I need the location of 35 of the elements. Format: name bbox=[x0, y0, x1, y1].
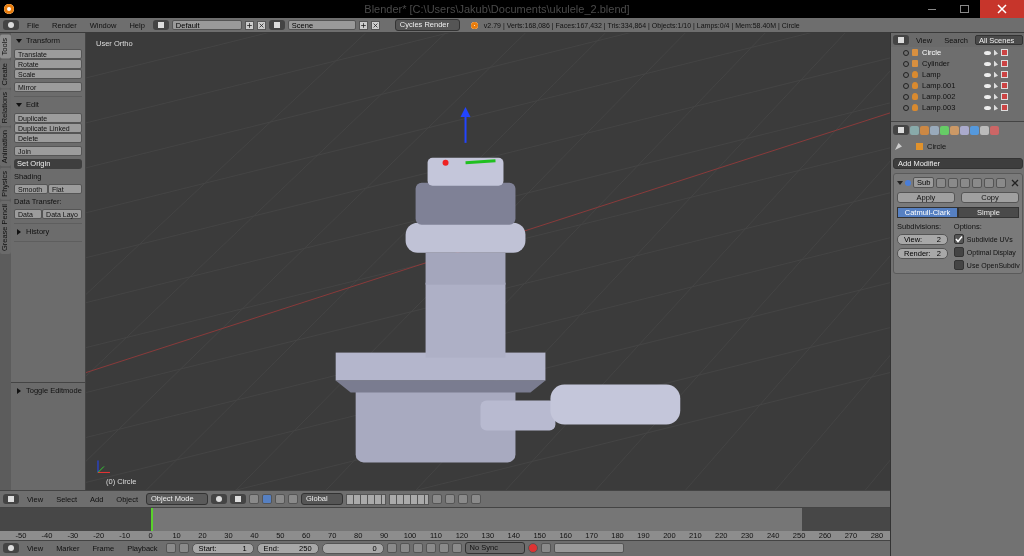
close-icon[interactable] bbox=[370, 20, 380, 30]
playhead-line[interactable] bbox=[151, 507, 153, 531]
translate-icon[interactable] bbox=[262, 494, 273, 505]
disclosure-triangle-icon[interactable] bbox=[16, 228, 22, 235]
remove-button[interactable] bbox=[1011, 178, 1019, 187]
pivot-button[interactable] bbox=[230, 494, 247, 505]
checkbox[interactable] bbox=[953, 260, 964, 270]
collapse-icon[interactable] bbox=[897, 179, 903, 186]
checkbox[interactable] bbox=[953, 234, 964, 244]
editor-type-button[interactable] bbox=[3, 20, 19, 30]
close-icon[interactable] bbox=[256, 20, 266, 30]
axis-icon bbox=[97, 459, 111, 473]
close-icon bbox=[997, 4, 1007, 14]
editor-type-button[interactable] bbox=[3, 543, 19, 554]
record-button[interactable] bbox=[527, 543, 538, 554]
window-title: Blender* [C:\Users\Jakub\Documents\ukulele_2.blend] bbox=[363, 3, 631, 15]
cube-icon bbox=[916, 143, 923, 150]
checkbox[interactable] bbox=[953, 247, 964, 257]
disclosure-triangle-icon[interactable] bbox=[16, 101, 22, 108]
layer-buttons[interactable] bbox=[346, 493, 387, 505]
modifier-icon bbox=[905, 179, 911, 186]
add-icon[interactable] bbox=[358, 20, 368, 30]
disclosure-triangle-icon[interactable] bbox=[16, 37, 22, 44]
editor-type-button[interactable] bbox=[893, 125, 909, 135]
pin-icon[interactable] bbox=[895, 143, 902, 150]
editor-type-button[interactable] bbox=[893, 35, 909, 45]
shading-button[interactable] bbox=[211, 494, 228, 505]
add-icon[interactable] bbox=[244, 20, 254, 30]
disclosure-triangle-icon[interactable] bbox=[16, 387, 22, 394]
keying-set-field[interactable] bbox=[553, 543, 624, 554]
layer-buttons[interactable] bbox=[389, 493, 430, 505]
blender-logo-icon bbox=[470, 21, 478, 29]
close-button[interactable] bbox=[980, 0, 1024, 18]
blender-logo-icon bbox=[4, 4, 14, 14]
editor-type-button[interactable] bbox=[3, 494, 19, 505]
